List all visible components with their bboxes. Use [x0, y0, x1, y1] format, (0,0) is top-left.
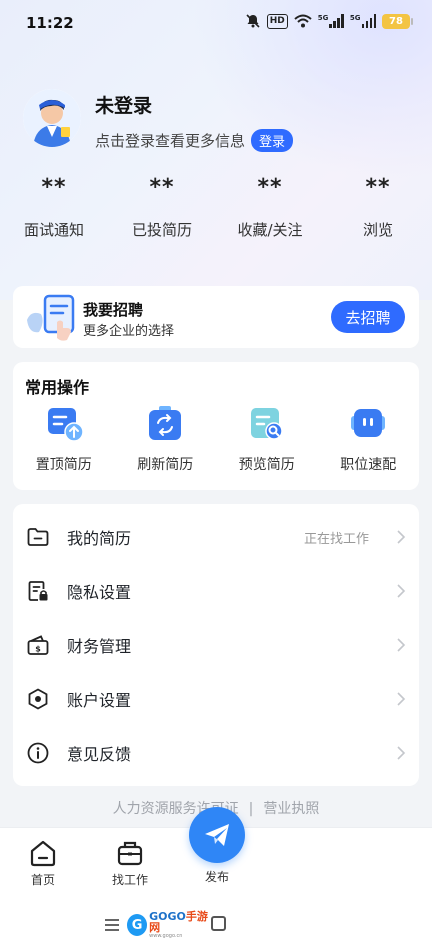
briefcase-icon — [115, 838, 145, 868]
paper-plane-icon — [205, 824, 229, 846]
login-hint[interactable]: 点击登录查看更多信息 登录 — [95, 129, 294, 152]
watermark-logo: G GOGO手游网 www.gogo.cn — [127, 910, 213, 940]
folder-icon — [26, 525, 50, 549]
home-icon — [28, 838, 58, 868]
publish-label: 发布 — [204, 870, 229, 884]
preview-resume-icon — [247, 404, 287, 444]
chevron-right-icon — [395, 637, 407, 653]
stat-views[interactable]: ** 浏览 — [324, 175, 432, 240]
recruit-subtitle: 更多企业的选择 — [83, 324, 175, 339]
stat-value: ** — [41, 175, 67, 200]
stat-label: 已投简历 — [131, 221, 192, 239]
stat-interview[interactable]: ** 面试通知 — [0, 175, 108, 240]
chevron-right-icon — [395, 745, 407, 761]
watermark-site: www.gogo.cn — [149, 933, 183, 939]
stat-label: 收藏/关注 — [237, 221, 303, 239]
common-ops-grid: 置顶简历 刷新简历 预览简历 职位速配 — [13, 404, 419, 474]
menu-lines-icon[interactable] — [104, 917, 120, 931]
recruit-document-icon — [25, 292, 85, 344]
tab-label: 找工作 — [111, 873, 148, 887]
svg-text:$: $ — [35, 645, 41, 654]
op-top-resume[interactable]: 置顶简历 — [13, 404, 115, 474]
stat-applied[interactable]: ** 已投简历 — [108, 175, 216, 240]
stat-favorites[interactable]: ** 收藏/关注 — [216, 175, 324, 240]
battery-icon: 78 — [382, 13, 413, 29]
footer-separator: | — [248, 801, 254, 817]
op-label: 职位速配 — [340, 457, 397, 473]
chevron-right-icon — [395, 583, 407, 599]
op-preview-resume[interactable]: 预览简历 — [216, 404, 318, 474]
stat-value: ** — [149, 175, 175, 200]
op-label: 预览简历 — [238, 457, 295, 473]
menu-item-finance[interactable]: $ 财务管理 — [13, 618, 419, 672]
menu-label: 隐私设置 — [67, 583, 132, 602]
settings-menu: 我的简历 正在找工作 隐私设置 $ 财务管理 账户设置 意见反馈 — [13, 504, 419, 786]
go-recruit-button[interactable]: 去招聘 — [331, 301, 405, 333]
wifi-icon — [294, 13, 312, 29]
common-ops-title: 常用操作 — [25, 378, 90, 397]
status-bar: 11:22 HD 5G 5G 78 — [0, 0, 432, 46]
hexagon-settings-icon — [26, 687, 50, 711]
username[interactable]: 未登录 — [95, 91, 152, 118]
job-match-icon — [348, 404, 388, 444]
op-label: 刷新简历 — [137, 457, 194, 473]
tab-label: 首页 — [30, 873, 55, 887]
recruit-title: 我要招聘 — [83, 301, 144, 319]
signal-2-icon: 5G — [350, 14, 376, 28]
menu-label: 账户设置 — [67, 691, 132, 710]
menu-label: 财务管理 — [67, 637, 132, 656]
stat-value: ** — [257, 175, 283, 200]
menu-item-feedback[interactable]: 意见反馈 — [13, 726, 419, 780]
privacy-lock-icon — [26, 579, 50, 603]
wallet-icon: $ — [26, 633, 50, 657]
hd-badge: HD — [266, 13, 288, 29]
login-button[interactable]: 登录 — [251, 129, 294, 152]
menu-item-account[interactable]: 账户设置 — [13, 672, 419, 726]
net2-label: 5G — [349, 14, 361, 22]
net1-label: 5G — [317, 14, 329, 22]
op-label: 置顶简历 — [35, 457, 92, 473]
menu-label: 意见反馈 — [67, 745, 132, 764]
resume-top-icon — [44, 404, 84, 444]
stat-label: 浏览 — [362, 221, 393, 239]
nav-home-square-icon[interactable] — [211, 916, 226, 931]
status-icons: HD 5G 5G 78 — [245, 13, 413, 29]
stat-value: ** — [365, 175, 391, 200]
watermark-badge-icon: G — [127, 914, 148, 936]
op-job-match[interactable]: 职位速配 — [318, 404, 420, 474]
menu-item-privacy[interactable]: 隐私设置 — [13, 564, 419, 618]
system-nav-bar: G GOGO手游网 www.gogo.cn — [0, 908, 432, 950]
stats-row: ** 面试通知 ** 已投简历 ** 收藏/关注 ** 浏览 — [0, 175, 432, 240]
info-icon — [26, 741, 50, 765]
menu-status: 正在找工作 — [303, 531, 369, 547]
menu-label: 我的简历 — [67, 529, 132, 548]
common-ops-card: 常用操作 置顶简历 刷新简历 预览简历 职位速配 — [13, 362, 419, 490]
publish-button[interactable] — [189, 807, 245, 863]
avatar[interactable] — [23, 89, 81, 147]
mute-bell-icon — [245, 13, 261, 29]
tab-jobs[interactable]: 找工作 — [100, 838, 160, 888]
menu-item-my-resume[interactable]: 我的简历 正在找工作 — [13, 510, 419, 564]
login-hint-text: 点击登录查看更多信息 — [95, 132, 246, 150]
signal-1-icon: 5G — [318, 14, 344, 28]
op-refresh-resume[interactable]: 刷新简历 — [115, 404, 217, 474]
tab-home[interactable]: 首页 — [13, 838, 73, 888]
business-license-link[interactable]: 营业执照 — [263, 801, 319, 817]
status-time: 11:22 — [26, 14, 74, 32]
refresh-resume-icon — [145, 404, 185, 444]
stat-label: 面试通知 — [23, 221, 84, 239]
chevron-right-icon — [395, 529, 407, 545]
recruit-banner[interactable]: 我要招聘 更多企业的选择 去招聘 — [13, 286, 419, 348]
chevron-right-icon — [395, 691, 407, 707]
